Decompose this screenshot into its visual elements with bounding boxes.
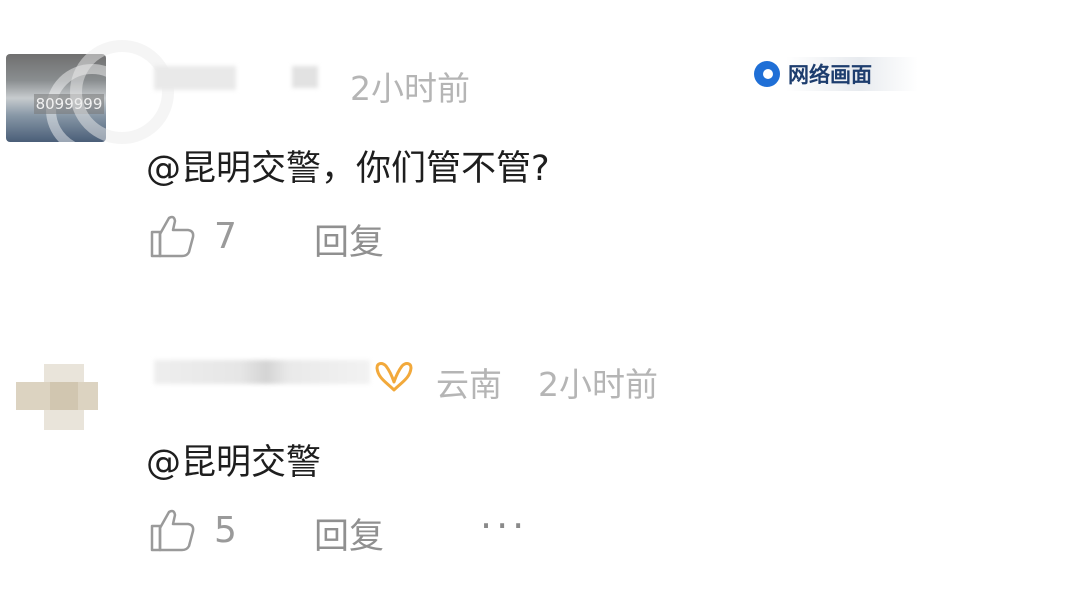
comment-time: 2小时前 xyxy=(350,69,470,108)
more-options-button[interactable]: ··· xyxy=(480,504,528,548)
like-count: 5 xyxy=(214,509,237,551)
username-blurred[interactable] xyxy=(154,360,370,384)
avatar[interactable] xyxy=(14,360,100,432)
watermark: 网络画面 xyxy=(752,57,918,91)
comment-time: 2小时前 xyxy=(538,365,658,404)
like-count: 7 xyxy=(214,215,237,257)
reply-button[interactable]: 回复 xyxy=(314,508,384,559)
username-blurred[interactable] xyxy=(154,66,236,90)
vip-badge-icon xyxy=(375,362,413,392)
username-blurred-part xyxy=(292,66,318,88)
brand-logo-icon xyxy=(752,59,782,89)
thumbs-up-icon xyxy=(150,215,195,258)
comment-location: 云南 xyxy=(436,365,502,404)
like-button[interactable]: 5 xyxy=(148,506,237,554)
watermark-label: 网络画面 xyxy=(786,57,918,91)
avatar-overlay-ring xyxy=(70,40,174,144)
reply-button[interactable]: 回复 xyxy=(314,214,384,265)
comment-text: @昆明交警，你们管不管? xyxy=(146,149,550,189)
thumbs-up-icon xyxy=(150,509,195,552)
like-button[interactable]: 7 xyxy=(148,212,237,260)
comment-text: @昆明交警 xyxy=(146,443,322,483)
